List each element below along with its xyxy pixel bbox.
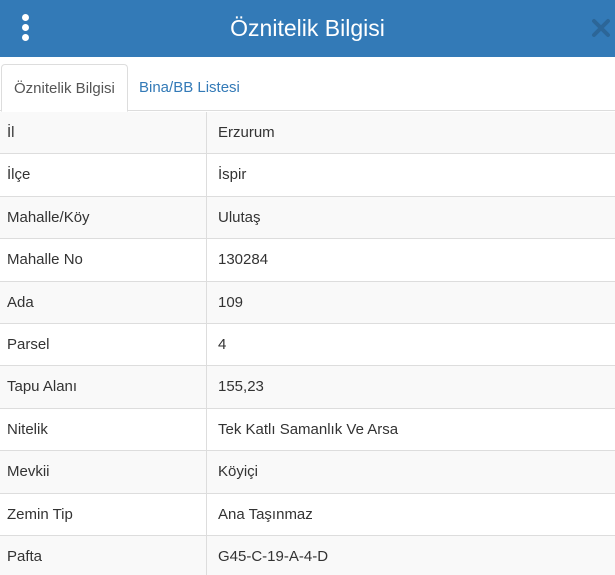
table-row: İlçe İspir — [0, 154, 615, 197]
attribute-key: Mevkii — [0, 451, 207, 493]
attribute-key: Parsel — [0, 323, 207, 366]
close-icon[interactable] — [590, 17, 612, 39]
table-row: Parsel 4 — [0, 323, 615, 367]
table-row: Nitelik Tek Katlı Samanlık Ve Arsa — [0, 408, 615, 452]
table-row: Mevkii Köyiçi — [0, 451, 615, 494]
panel-title: Öznitelik Bilgisi — [230, 15, 385, 41]
tab-attribute-info[interactable]: Öznitelik Bilgisi — [1, 64, 128, 112]
attribute-value: 155,23 — [218, 378, 264, 396]
attribute-key: Mahalle/Köy — [0, 196, 207, 239]
attribute-value: 4 — [218, 335, 227, 353]
attribute-info-panel: Öznitelik Bilgisi Öznitelik Bilgisi Bina… — [0, 0, 615, 575]
attribute-key: Mahalle No — [0, 239, 207, 281]
attribute-key: İlçe — [0, 154, 207, 196]
table-row: Mahalle/Köy Ulutaş — [0, 196, 615, 240]
table-row: Mahalle No 130284 — [0, 239, 615, 282]
attribute-value: Erzurum — [218, 124, 275, 141]
attribute-value: 109 — [218, 293, 244, 311]
attribute-key: Pafta — [0, 535, 207, 575]
table-row: Zemin Tip Ana Taşınmaz — [0, 493, 615, 536]
attribute-table: İl Erzurum İlçe İspir Mahalle/Köy Ulutaş Mahal… — [0, 112, 615, 575]
attribute-value: Köyiçi — [218, 463, 259, 481]
attribute-key: Zemin Tip — [0, 493, 207, 535]
tab-bar: Öznitelik Bilgisi Bina/BB Listesi — [0, 57, 615, 112]
panel-header: Öznitelik Bilgisi — [0, 0, 615, 57]
table-row: Pafta G45-C-19-A-4-D — [0, 535, 615, 575]
attribute-value: 130284 — [218, 251, 269, 269]
table-row: Tapu Alanı 155,23 — [0, 366, 615, 409]
attribute-value: Ulutaş — [218, 208, 261, 226]
table-row: Ada 109 — [0, 281, 615, 324]
tab-building-list[interactable]: Bina/BB Listesi — [127, 64, 252, 111]
attribute-value: İspir — [218, 166, 247, 184]
attribute-key: İl — [0, 112, 207, 154]
attribute-value: G45-C-19-A-4-D — [218, 547, 329, 565]
attribute-key: Nitelik — [0, 408, 207, 451]
attribute-key: Tapu Alanı — [0, 366, 207, 408]
attribute-value: Ana Taşınmaz — [218, 505, 313, 523]
attribute-value: Tek Katlı Samanlık Ve Arsa — [218, 420, 399, 438]
table-row: İl Erzurum — [0, 112, 615, 155]
attribute-key: Ada — [0, 281, 207, 323]
